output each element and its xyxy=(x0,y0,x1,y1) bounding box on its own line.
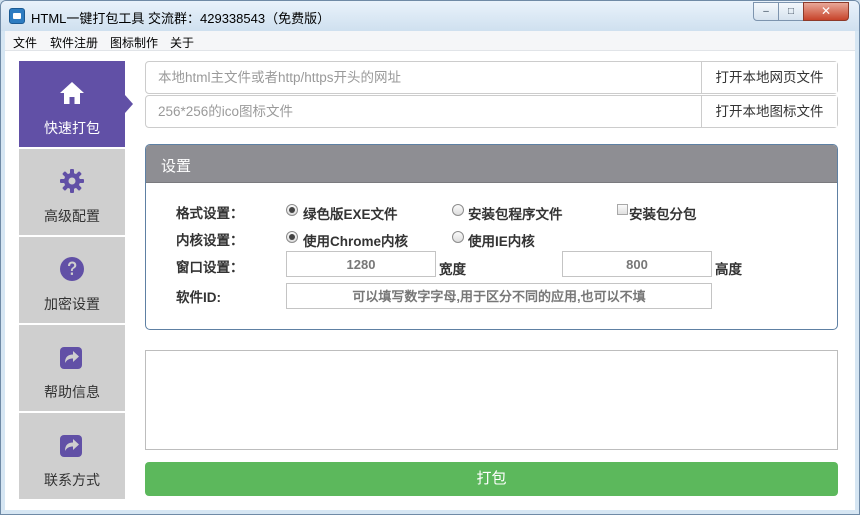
title-bar: HTML一键打包工具 交流群：429338543（免费版） – □ ✕ xyxy=(1,1,859,31)
settings-panel-header: 设置 xyxy=(146,145,837,183)
share-icon xyxy=(60,435,82,457)
share-icon xyxy=(60,347,82,369)
sidebar-item-label: 高级配置 xyxy=(44,208,100,224)
format-installer-radio[interactable] xyxy=(452,204,464,216)
app-id-label: 软件ID: xyxy=(176,290,221,305)
menu-icon-maker[interactable]: 图标制作 xyxy=(110,34,158,51)
main-content: 快速打包 高级配置 加密设置 帮助信息 联系方式 本地html主文件或者http… xyxy=(5,51,855,510)
sidebar-item-label: 联系方式 xyxy=(44,472,100,488)
kernel-chrome-label[interactable]: 使用Chrome内核 xyxy=(303,230,408,250)
menu-file[interactable]: 文件 xyxy=(13,34,37,51)
open-html-file-button[interactable]: 打开本地网页文件 xyxy=(701,62,837,93)
window-width-input[interactable] xyxy=(286,251,436,277)
sidebar-item-label: 帮助信息 xyxy=(44,384,100,400)
window-title: HTML一键打包工具 交流群：429338543（免费版） xyxy=(31,11,331,26)
kernel-setting-label: 内核设置： xyxy=(176,233,244,248)
app-id-input[interactable] xyxy=(286,283,712,309)
sidebar-item-help[interactable]: 帮助信息 xyxy=(19,325,125,411)
window-setting-label: 窗口设置： xyxy=(176,260,244,275)
app-window: HTML一键打包工具 交流群：429338543（免费版） – □ ✕ 文件 软… xyxy=(0,0,860,515)
sidebar-item-label: 加密设置 xyxy=(44,296,100,312)
html-source-input[interactable] xyxy=(146,62,701,93)
format-setting-label: 格式设置： xyxy=(176,206,244,221)
close-button[interactable]: ✕ xyxy=(803,2,849,21)
sidebar-item-contact[interactable]: 联系方式 xyxy=(19,413,125,499)
app-logo-icon xyxy=(9,8,25,24)
menu-register[interactable]: 软件注册 xyxy=(50,34,98,51)
log-output-area[interactable] xyxy=(145,350,838,450)
menu-about[interactable]: 关于 xyxy=(170,34,194,51)
sidebar-item-label: 快速打包 xyxy=(44,120,100,136)
pack-button[interactable]: 打包 xyxy=(145,462,838,496)
format-exe-label[interactable]: 绿色版EXE文件 xyxy=(303,203,398,223)
settings-panel: 设置 格式设置： 绿色版EXE文件 安装包程序文件 安装包分包 内核设置： 使用… xyxy=(145,144,838,330)
kernel-ie-label[interactable]: 使用IE内核 xyxy=(468,230,535,250)
open-icon-file-button[interactable]: 打开本地图标文件 xyxy=(701,96,837,127)
sidebar: 快速打包 高级配置 加密设置 帮助信息 联系方式 xyxy=(19,61,133,501)
kernel-chrome-radio[interactable] xyxy=(286,231,298,243)
home-icon xyxy=(60,82,84,104)
html-source-group: 打开本地网页文件 xyxy=(145,61,838,94)
format-exe-radio[interactable] xyxy=(286,204,298,216)
gear-icon xyxy=(60,169,84,193)
format-installer-label[interactable]: 安装包程序文件 xyxy=(468,203,563,223)
minimize-button[interactable]: – xyxy=(753,2,779,21)
settings-panel-title: 设置 xyxy=(161,158,192,175)
icon-file-input[interactable] xyxy=(146,96,701,127)
split-package-label[interactable]: 安装包分包 xyxy=(629,203,697,223)
question-icon xyxy=(60,257,84,281)
window-height-input[interactable] xyxy=(562,251,712,277)
icon-source-group: 打开本地图标文件 xyxy=(145,95,838,128)
menu-bar: 文件 软件注册 图标制作 关于 xyxy=(5,31,855,51)
maximize-button[interactable]: □ xyxy=(778,2,804,21)
sidebar-item-advanced[interactable]: 高级配置 xyxy=(19,149,125,235)
active-indicator-arrow xyxy=(125,95,133,113)
sidebar-item-quick-pack[interactable]: 快速打包 xyxy=(19,61,125,147)
split-package-checkbox[interactable] xyxy=(617,204,628,215)
width-unit-label: 宽度 xyxy=(439,262,466,277)
kernel-ie-radio[interactable] xyxy=(452,231,464,243)
height-unit-label: 高度 xyxy=(715,262,742,277)
sidebar-item-encryption[interactable]: 加密设置 xyxy=(19,237,125,323)
